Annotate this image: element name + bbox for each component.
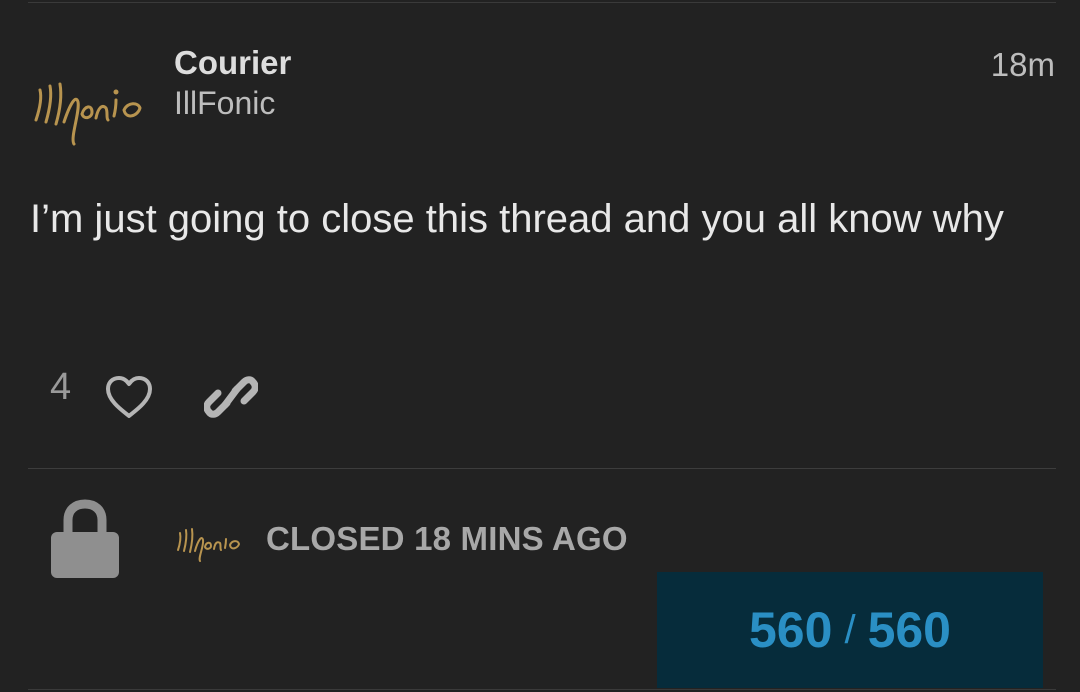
author-handle[interactable]: IllFonic [174, 85, 275, 122]
section-divider [28, 468, 1056, 469]
link-icon[interactable] [204, 372, 258, 422]
progress-current: 560 [749, 602, 833, 658]
topic-post-view: Courier IllFonic 18m I’m just going to c… [0, 0, 1080, 692]
post-body: I’m just going to close this thread and … [30, 197, 1004, 241]
progress-total: 560 [867, 602, 951, 658]
progress-separator: / [844, 607, 856, 652]
post-timestamp[interactable]: 18m [991, 46, 1055, 84]
lock-icon [51, 499, 119, 578]
topic-progress-indicator[interactable]: 560 / 560 [657, 572, 1043, 688]
heart-icon[interactable] [104, 374, 154, 420]
bottom-divider [28, 689, 1056, 690]
top-divider [28, 2, 1056, 3]
closer-avatar[interactable] [174, 520, 240, 562]
like-count[interactable]: 4 [50, 366, 71, 409]
author-name[interactable]: Courier [174, 44, 291, 82]
closed-status-text: CLOSED 18 MINS AGO [266, 520, 628, 557]
author-avatar[interactable] [30, 68, 148, 148]
